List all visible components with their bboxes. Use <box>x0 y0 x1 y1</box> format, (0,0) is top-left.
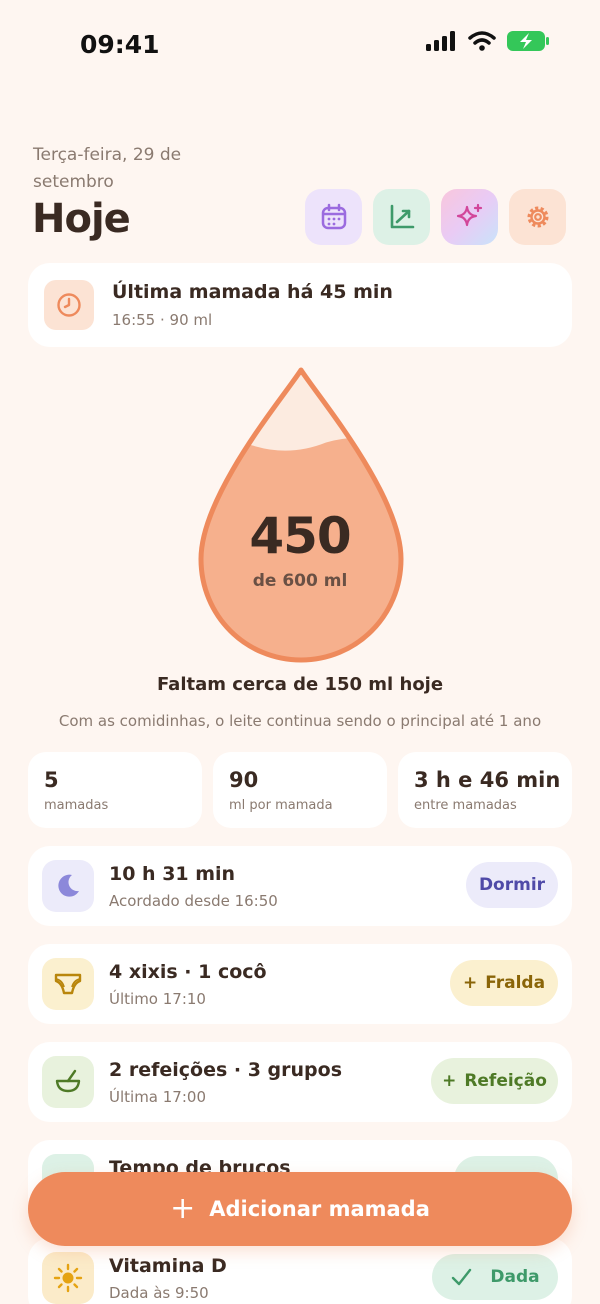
bowl-icon <box>55 1069 81 1093</box>
diaper-icon <box>54 973 82 995</box>
sparkles-icon <box>456 203 482 227</box>
sleep-button-label: Dormir <box>478 875 546 895</box>
moon-icon <box>58 874 79 897</box>
sun-icon <box>53 1263 83 1293</box>
meals-subtitle: Última 17:00 <box>109 1088 206 1106</box>
stat-card-interval: 3 h e 46 min entre mamadas <box>398 752 572 828</box>
wifi-icon <box>468 31 496 51</box>
stat-value: 3 h e 46 min <box>414 768 561 792</box>
stat-label: entre mamadas <box>414 798 517 813</box>
add-meal-label: Refeição <box>464 1071 547 1091</box>
vitamin-card[interactable]: Vitamina D Dada às 9:50 Dada <box>28 1238 572 1304</box>
add-diaper-button[interactable]: + Fralda <box>450 960 558 1006</box>
diaper-icon-box <box>42 958 94 1010</box>
intake-target: de 600 ml <box>252 571 348 591</box>
status-time: 09:41 <box>80 30 160 59</box>
intake-value: 450 <box>249 507 351 565</box>
signal-icon <box>426 31 455 51</box>
sleep-card[interactable]: 10 h 31 min Acordado desde 16:50 Dormir <box>28 846 572 926</box>
date-label: Terça-feira, 29 de setembro <box>33 145 182 192</box>
last-feeding-subtitle: 16:55 · 90 ml <box>112 311 213 329</box>
add-feeding-label: Adicionar mamada <box>209 1197 430 1221</box>
add-meal-button[interactable]: + Refeição <box>431 1058 558 1104</box>
sleep-button[interactable]: Dormir <box>466 862 558 908</box>
page-title: Hoje <box>32 196 131 242</box>
calendar-icon <box>321 203 346 230</box>
last-feeding-title: Última mamada há 45 min <box>112 281 393 303</box>
vitamin-title: Vitamina D <box>109 1255 227 1277</box>
check-icon <box>452 1268 472 1286</box>
clock-icon <box>57 293 81 317</box>
meals-card[interactable]: 2 refeições · 3 grupos Última 17:00 + Re… <box>28 1042 572 1122</box>
battery-icon <box>507 31 549 51</box>
sleep-subtitle: Acordado desde 16:50 <box>109 892 278 910</box>
stat-card-feedings: 5 mamadas <box>28 752 202 828</box>
stat-label: mamadas <box>44 798 109 813</box>
add-diaper-label: Fralda <box>485 973 546 993</box>
diaper-subtitle: Último 17:10 <box>109 990 206 1008</box>
status-bar: 09:41 <box>0 0 600 90</box>
ai-assistant-button[interactable] <box>441 189 498 245</box>
settings-button[interactable] <box>509 189 566 245</box>
sleep-icon-box <box>42 860 94 912</box>
stat-label: ml por mamada <box>229 798 333 813</box>
stat-card-volume: 90 ml por mamada <box>213 752 387 828</box>
vitamin-given-button[interactable]: Dada <box>432 1254 558 1300</box>
sleep-title: 10 h 31 min <box>109 863 236 885</box>
remaining-text: Faltam cerca de 150 ml hoje <box>156 674 444 695</box>
feeding-note: Com as comidinhas, o leite continua send… <box>58 712 542 730</box>
vitamin-icon-box <box>42 1252 94 1304</box>
vitamin-given-label: Dada <box>490 1267 540 1287</box>
diaper-title: 4 xixis · 1 cocô <box>109 961 267 983</box>
meals-title: 2 refeições · 3 grupos <box>109 1059 343 1081</box>
header-actions <box>305 189 566 245</box>
add-feeding-button[interactable]: + Adicionar mamada <box>28 1172 572 1246</box>
last-feeding-card[interactable]: Última mamada há 45 min 16:55 · 90 ml <box>28 263 572 347</box>
calendar-button[interactable] <box>305 189 362 245</box>
diaper-card[interactable]: 4 xixis · 1 cocô Último 17:10 + Fralda <box>28 944 572 1024</box>
gear-icon <box>527 206 548 228</box>
stat-value: 90 <box>229 768 259 792</box>
vitamin-subtitle: Dada às 9:50 <box>109 1284 209 1302</box>
plus-icon: + <box>170 1191 196 1226</box>
chart-icon <box>390 204 414 229</box>
stat-value: 5 <box>44 768 59 792</box>
last-feeding-icon-box <box>44 280 94 330</box>
stats-button[interactable] <box>373 189 430 245</box>
status-icons <box>426 30 550 52</box>
plus-icon: + <box>462 973 478 993</box>
plus-icon: + <box>442 1071 457 1091</box>
meals-icon-box <box>42 1056 94 1108</box>
